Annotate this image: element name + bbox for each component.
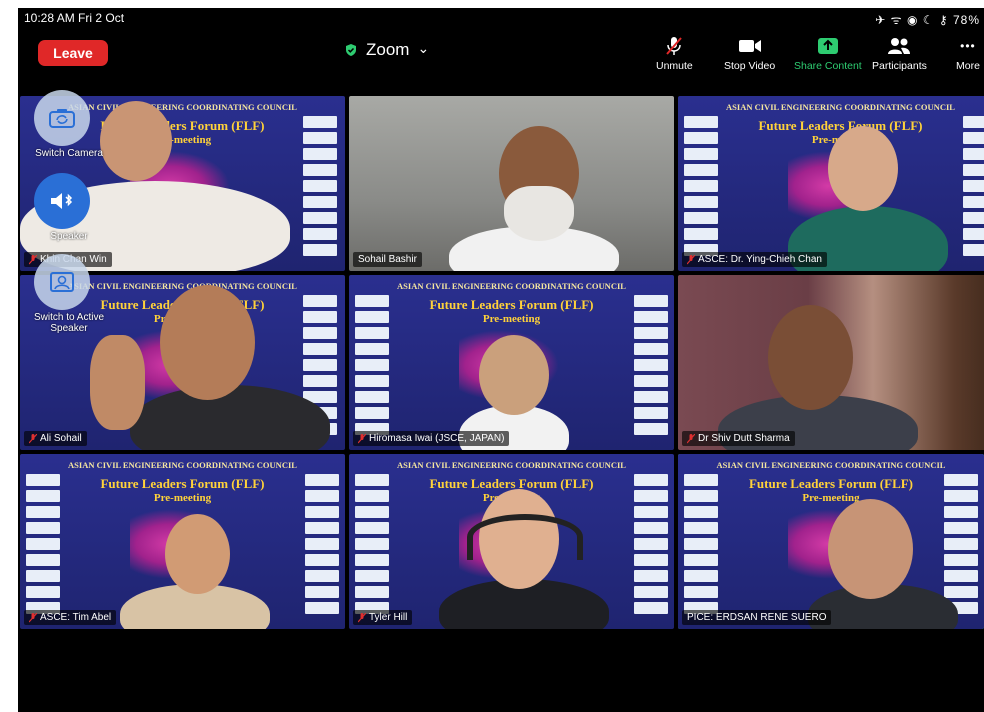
slide-title: Future Leaders Forum (FLF): [758, 118, 923, 133]
mic-muted-icon: [358, 612, 366, 622]
participant-face: [100, 101, 172, 181]
slide-logos: [303, 116, 337, 256]
slide-header: ASIAN CIVIL ENGINEERING COORDINATING COU…: [68, 460, 297, 470]
slide-subtitle: Pre-meeting: [802, 492, 860, 504]
mic-muted-icon: [29, 433, 37, 443]
bluetooth-speaker-icon: [51, 193, 73, 209]
slide-logos: [355, 295, 389, 435]
participant-name-tag: Sohail Bashir: [353, 252, 422, 267]
slide-subtitle: Pre-meeting: [153, 492, 212, 504]
status-icons: ✈ ᯤ ◉ ☾ ⚷ 78%: [875, 13, 980, 27]
participant-name-tag: ASCE: Dr. Ying-Chieh Chan: [682, 252, 827, 267]
slide-logos: [355, 474, 389, 614]
headphones: [467, 514, 583, 560]
slide-logos: [684, 116, 718, 256]
participant-name-tag: ASCE: Tim Abel: [24, 610, 117, 625]
slide-title: Future Leaders Forum (FLF): [748, 476, 914, 491]
more-icon: •••: [960, 39, 976, 53]
speaker-label: Speaker: [50, 231, 88, 242]
stop-video-button[interactable]: Stop Video: [724, 36, 775, 72]
slide-header: ASIAN CIVIL ENGINEERING COORDINATING COU…: [726, 102, 955, 112]
slide-logos: [963, 116, 984, 256]
participants-label: Participants: [872, 60, 927, 72]
participant-face: [768, 305, 853, 410]
video-tile[interactable]: Sohail Bashir: [349, 96, 674, 271]
video-tile[interactable]: Dr Shiv Dutt Sharma: [678, 275, 984, 450]
slide-title: Future Leaders Forum (FLF): [100, 476, 265, 491]
slide-logos: [944, 474, 978, 614]
camera-switch-icon: [49, 109, 75, 128]
video-tile[interactable]: ASIAN CIVIL ENGINEERING COORDINATING COU…: [349, 275, 674, 450]
switch-camera-label: Switch Camera: [35, 148, 103, 159]
participants-button[interactable]: Participants: [872, 36, 927, 72]
slide-title: Future Leaders Forum (FLF): [429, 297, 594, 312]
slide-logos: [634, 295, 668, 435]
video-gallery: ASIAN CIVIL ENGINEERING COORDINATING COU…: [18, 96, 984, 632]
thumbs-up-hand: [90, 335, 145, 430]
video-camera-icon: [738, 40, 761, 52]
unmute-button[interactable]: Unmute: [656, 36, 693, 72]
status-time: 10:28 AM Fri 2 Oct: [24, 11, 125, 25]
participant-name-tag: Tyler Hill: [353, 610, 413, 625]
slide-header: ASIAN CIVIL ENGINEERING COORDINATING COU…: [397, 460, 626, 470]
participant-name-tag: Hiromasa Iwai (JSCE, JAPAN): [353, 431, 510, 446]
participant-face: [828, 126, 898, 211]
video-tile[interactable]: ASIAN CIVIL ENGINEERING COORDINATING COU…: [349, 454, 674, 629]
participant-face: [479, 335, 549, 415]
video-tile[interactable]: ASIAN CIVIL ENGINEERING COORDINATING COU…: [678, 96, 984, 271]
slide-subtitle: Pre-meeting: [678, 134, 984, 146]
share-content-button[interactable]: Share Content: [794, 36, 862, 72]
mic-muted-icon: [687, 433, 695, 443]
participant-face: [165, 514, 230, 594]
meeting-title[interactable]: Zoom ⌄: [344, 40, 429, 60]
mic-muted-icon: [687, 254, 695, 264]
participants-icon: [888, 38, 911, 54]
participant-face: [160, 285, 255, 400]
mic-muted-icon: [29, 254, 37, 264]
participant-name-tag: Ali Sohail: [24, 431, 87, 446]
slide-header: ASIAN CIVIL ENGINEERING COORDINATING COU…: [397, 281, 626, 291]
slide-header: ASIAN CIVIL ENGINEERING COORDINATING COU…: [716, 460, 946, 470]
chevron-down-icon: ⌄: [417, 39, 430, 56]
more-label: More: [956, 60, 980, 72]
share-screen-icon: [817, 38, 838, 54]
status-bar: 10:28 AM Fri 2 Oct ✈ ᯤ ◉ ☾ ⚷ 78%: [18, 8, 984, 28]
meeting-title-text: Zoom: [366, 40, 410, 59]
ipad-screen: 10:28 AM Fri 2 Oct ✈ ᯤ ◉ ☾ ⚷ 78% Leave Z…: [18, 8, 984, 712]
slide-logos: [305, 474, 339, 614]
switch-view-label: Switch to Active Speaker: [33, 312, 105, 334]
active-speaker-icon: [50, 272, 74, 292]
video-tile-active-speaker[interactable]: ASIAN CIVIL ENGINEERING COORDINATING COU…: [678, 454, 984, 629]
leave-button[interactable]: Leave: [38, 40, 108, 66]
switch-camera-button[interactable]: Switch Camera: [34, 90, 103, 159]
participant-name-tag: PICE: ERDSAN RENE SUERO: [682, 610, 832, 625]
unmute-label: Unmute: [656, 60, 693, 72]
slide-logos: [684, 474, 718, 614]
slide-subtitle: Pre-meeting: [482, 313, 541, 325]
switch-view-button[interactable]: Switch to Active Speaker: [34, 254, 104, 334]
mic-muted-icon: [666, 37, 683, 55]
beard: [504, 186, 574, 241]
video-tile[interactable]: ASIAN CIVIL ENGINEERING COORDINATING COU…: [20, 454, 345, 629]
mic-muted-icon: [29, 612, 37, 622]
participant-face: [828, 499, 913, 599]
share-content-label: Share Content: [794, 60, 862, 72]
shield-check-icon: [346, 44, 356, 56]
stop-video-label: Stop Video: [724, 60, 776, 72]
participant-name-tag: Dr Shiv Dutt Sharma: [682, 431, 795, 446]
mic-muted-icon: [358, 433, 366, 443]
slide-logos: [634, 474, 668, 614]
meeting-toolbar: Leave Zoom ⌄ Unmute Stop Video Share Con…: [18, 30, 984, 78]
slide-logos: [26, 474, 60, 614]
speaker-button[interactable]: Speaker: [34, 173, 90, 242]
more-button[interactable]: ••• More: [956, 36, 980, 72]
